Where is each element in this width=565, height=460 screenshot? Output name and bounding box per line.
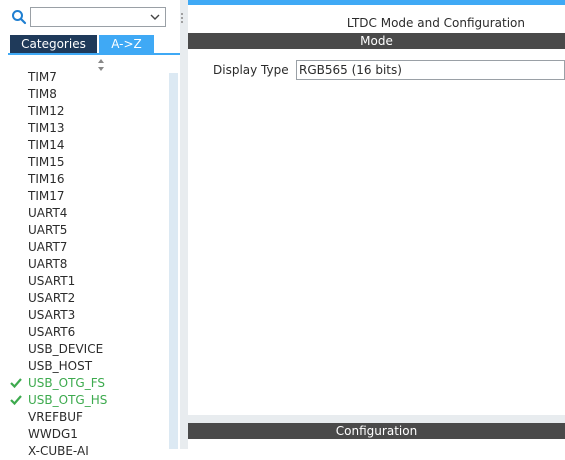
sort-arrows-icon[interactable] [95,58,107,72]
tab-categories[interactable]: Categories [10,35,97,53]
peripheral-list-item[interactable]: UART7 [28,239,67,256]
peripheral-list-item[interactable]: TIM8 [28,86,57,103]
peripheral-list-item[interactable]: USB_OTG_HS [28,392,107,409]
peripheral-list-item[interactable]: USB_DEVICE [28,341,103,358]
tab-a-to-z[interactable]: A->Z [99,35,154,53]
peripheral-list-item[interactable]: WWDG1 [28,426,78,443]
peripheral-list-item[interactable]: USART3 [28,307,75,324]
section-divider[interactable] [188,415,565,423]
config-header: LTDC Mode and Configuration [188,5,565,33]
peripheral-list-item[interactable]: TIM17 [28,188,65,205]
chevron-down-icon[interactable] [149,11,161,23]
mode-section-header[interactable]: Mode [188,33,565,49]
search-icon[interactable] [11,9,27,25]
checkmark-icon [10,395,22,406]
configuration-section-body [188,439,565,449]
list-scrollbar[interactable] [169,73,178,449]
display-type-label: Display Type [213,63,289,77]
display-type-select[interactable]: RGB565 (16 bits) [296,60,565,80]
peripheral-list-item[interactable]: UART4 [28,205,67,222]
peripheral-list-item[interactable]: TIM15 [28,154,65,171]
peripheral-list-item[interactable]: TIM12 [28,103,65,120]
peripheral-list-item[interactable]: TIM7 [28,69,57,86]
splitter-grip-icon[interactable] [180,12,184,24]
page-title: LTDC Mode and Configuration [346,16,525,30]
peripheral-list-item[interactable]: UART8 [28,256,67,273]
peripheral-list-item[interactable]: USART2 [28,290,75,307]
peripheral-list-item[interactable]: USB_OTG_FS [28,375,105,392]
configuration-section-header[interactable]: Configuration [188,423,565,439]
peripheral-list-item[interactable]: USART6 [28,324,75,341]
peripheral-list-item[interactable]: TIM16 [28,171,65,188]
tab-underline [8,53,180,55]
peripheral-list-item[interactable]: USB_HOST [28,358,92,375]
peripheral-list-item[interactable]: UART5 [28,222,67,239]
search-input[interactable] [30,7,166,27]
checkmark-icon [10,378,22,389]
peripheral-list-item[interactable]: VREFBUF [28,409,83,426]
panel-splitter[interactable] [180,0,188,449]
mode-section-body [188,49,565,415]
peripheral-list-item[interactable]: USART1 [28,273,75,290]
peripheral-list-item[interactable]: TIM14 [28,137,65,154]
peripheral-list-item[interactable]: TIM13 [28,120,65,137]
peripheral-list-item[interactable]: X-CUBE-AI [28,443,89,460]
